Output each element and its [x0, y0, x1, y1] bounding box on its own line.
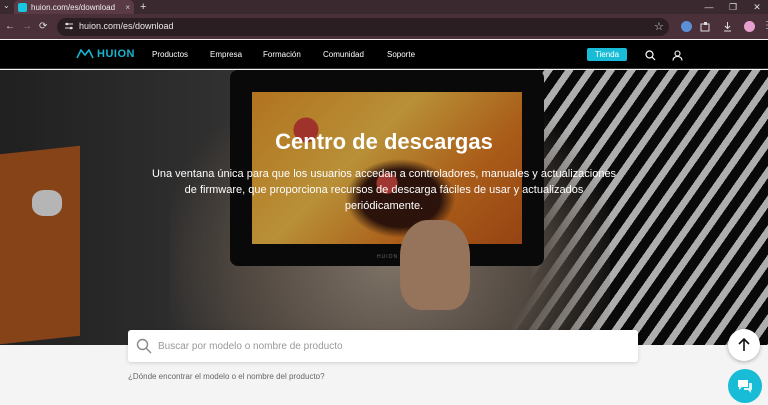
extensions-puzzle-icon[interactable] [700, 21, 711, 32]
browser-tab[interactable]: huion.com/es/download × [14, 0, 134, 14]
restore-button[interactable]: ❐ [722, 0, 744, 14]
page-title: Centro de descargas [275, 129, 493, 154]
tab-title: huion.com/es/download [31, 2, 116, 12]
chat-button[interactable] [728, 369, 762, 403]
back-to-top-button[interactable] [728, 329, 760, 361]
window-close-button[interactable]: ✕ [746, 0, 768, 14]
reload-button[interactable]: ⟳ [39, 21, 47, 32]
site-info-icon[interactable] [64, 22, 74, 31]
model-help-link[interactable]: ¿Dónde encontrar el modelo o el nombre d… [128, 372, 325, 381]
downloads-icon[interactable] [722, 21, 733, 32]
url-text: huion.com/es/download [79, 21, 174, 31]
new-tab-button[interactable]: + [140, 1, 146, 13]
profile-avatar[interactable] [744, 21, 755, 32]
tab-list-button[interactable]: ⌄ [3, 1, 10, 10]
back-button[interactable]: ← [5, 21, 15, 32]
nav-item-empresa[interactable]: Empresa [210, 50, 242, 59]
nav-item-comunidad[interactable]: Comunidad [323, 50, 364, 59]
site-favicon-icon [18, 2, 27, 12]
extension-icon[interactable] [681, 21, 692, 32]
browser-menu-button[interactable]: ⋮ [762, 20, 768, 31]
huion-logo-icon [76, 49, 94, 59]
product-search-input[interactable] [158, 337, 618, 355]
store-button[interactable]: Tienda [587, 48, 627, 61]
tab-close-button[interactable]: × [125, 3, 130, 12]
chat-bubble-icon [738, 380, 752, 393]
hero-description: Una ventana única para que los usuarios … [151, 168, 617, 212]
nav-item-productos[interactable]: Productos [152, 50, 188, 59]
search-field-icon [136, 338, 152, 354]
bookmark-star-icon[interactable]: ☆ [654, 20, 664, 33]
huion-logo[interactable]: HUION [76, 47, 135, 61]
nav-item-formacion[interactable]: Formación [263, 50, 301, 59]
minimize-button[interactable]: — [698, 0, 720, 14]
logo-text: HUION [97, 48, 135, 60]
arrow-up-icon [738, 338, 750, 351]
forward-button[interactable]: → [22, 21, 32, 32]
search-icon[interactable] [645, 50, 656, 61]
user-account-icon[interactable] [672, 50, 683, 61]
nav-item-soporte[interactable]: Soporte [387, 50, 415, 59]
